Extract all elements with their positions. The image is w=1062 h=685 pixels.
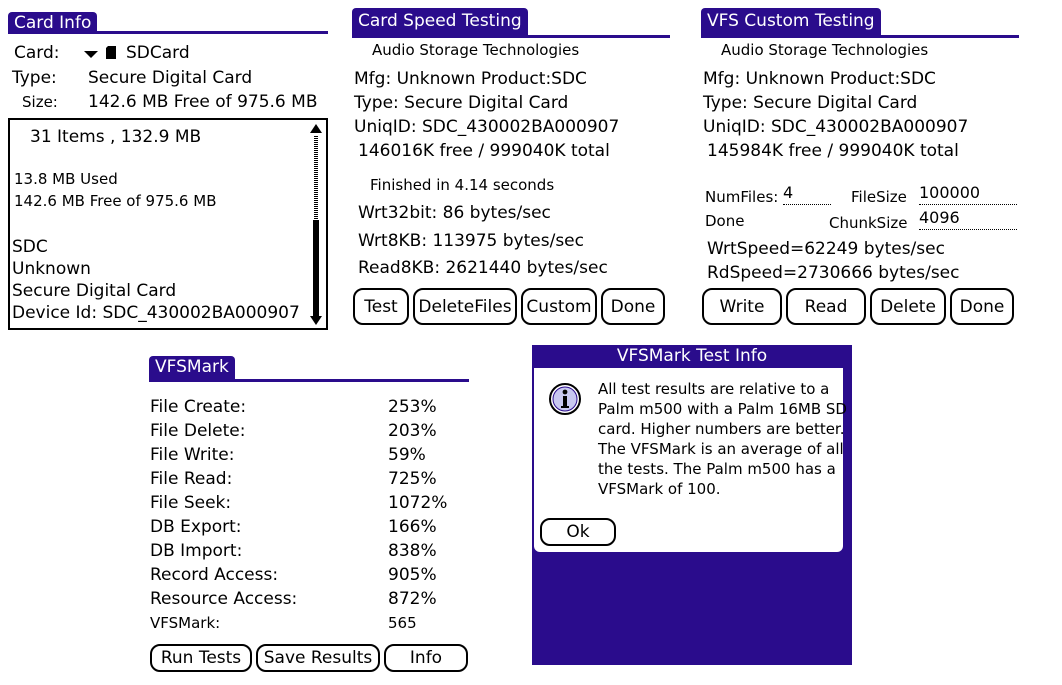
result-value: 905% bbox=[388, 565, 437, 585]
type-label: Type: bbox=[12, 68, 57, 88]
result-label: File Write: bbox=[150, 445, 235, 465]
size-value: 142.6 MB Free of 975.6 MB bbox=[88, 92, 318, 112]
scrollbar[interactable] bbox=[310, 124, 322, 326]
delete-files-button[interactable]: DeleteFiles bbox=[413, 288, 517, 325]
card-info-panel: Card Info Card: SDCard Type: Secure Digi… bbox=[8, 12, 328, 332]
dialog-message-line: Palm m500 with a Palm 16MB SD bbox=[598, 400, 847, 418]
numfiles-label: NumFiles: bbox=[705, 188, 779, 206]
dialog-message-line: The VFSMark is an average of all bbox=[598, 440, 844, 458]
card-selector[interactable]: SDCard bbox=[84, 42, 224, 64]
vfs-custom-title: VFS Custom Testing bbox=[701, 8, 881, 35]
chunksize-label: ChunkSize bbox=[829, 214, 908, 232]
done-button[interactable]: Done bbox=[950, 288, 1014, 325]
result-label: VFSMark: bbox=[150, 614, 221, 632]
done-button[interactable]: Done bbox=[601, 288, 665, 325]
result-value: 166% bbox=[388, 517, 437, 537]
free-space: 142.6 MB Free of 975.6 MB bbox=[14, 192, 217, 210]
result-label: DB Import: bbox=[150, 541, 243, 561]
result-label: File Seek: bbox=[150, 493, 232, 513]
vfs-custom-panel: VFS Custom Testing Audio Storage Technol… bbox=[701, 8, 1019, 328]
result-label: File Read: bbox=[150, 469, 233, 489]
vfsmark-title: VFSMark bbox=[149, 356, 235, 379]
device-id: Device Id: SDC_430002BA000907 bbox=[12, 303, 300, 323]
result-value: 872% bbox=[388, 589, 437, 609]
filesize-field[interactable]: 100000 bbox=[919, 184, 1017, 205]
card-label: Card: bbox=[14, 43, 60, 63]
mfg-product: Mfg: Unknown Product:SDC bbox=[703, 69, 936, 89]
read8kb-result: Read8KB: 2621440 bytes/sec bbox=[358, 258, 608, 278]
scroll-up-icon[interactable] bbox=[310, 124, 322, 134]
card-speed-titlebar: Card Speed Testing bbox=[352, 8, 670, 38]
card-type-line: Type: Secure Digital Card bbox=[703, 93, 918, 113]
card-speed-title: Card Speed Testing bbox=[352, 8, 528, 35]
result-value: 253% bbox=[388, 397, 437, 417]
result-label: DB Export: bbox=[150, 517, 242, 537]
result-label: File Create: bbox=[150, 397, 247, 417]
write-speed: WrtSpeed=62249 bytes/sec bbox=[707, 239, 945, 259]
type-value: Secure Digital Card bbox=[88, 68, 253, 88]
card-info-titlebar: Card Info bbox=[8, 12, 328, 34]
filesize-label: FileSize bbox=[851, 188, 907, 206]
scroll-down-icon[interactable] bbox=[310, 316, 322, 326]
result-value: 565 bbox=[388, 614, 417, 632]
scroll-track[interactable] bbox=[314, 136, 318, 220]
finished-time: Finished in 4.14 seconds bbox=[370, 176, 555, 194]
items-summary: 31 Items , 132.9 MB bbox=[30, 127, 202, 147]
card-value: SDCard bbox=[126, 43, 190, 63]
capacity: 145984K free / 999040K total bbox=[707, 141, 959, 161]
result-value: 725% bbox=[388, 469, 437, 489]
size-label: Size: bbox=[22, 93, 58, 111]
result-label: File Delete: bbox=[150, 421, 246, 441]
result-value: 838% bbox=[388, 541, 437, 561]
write-button[interactable]: Write bbox=[702, 288, 782, 325]
card-type-line: Type: Secure Digital Card bbox=[354, 93, 569, 113]
dialog-message-line: All test results are relative to a bbox=[598, 380, 830, 398]
custom-button[interactable]: Custom bbox=[521, 288, 597, 325]
dialog-body: All test results are relative to a Palm m… bbox=[534, 368, 847, 552]
chunksize-field[interactable]: 4096 bbox=[919, 209, 1017, 230]
manufacturer: Unknown bbox=[12, 259, 91, 279]
save-results-button[interactable]: Save Results bbox=[256, 644, 380, 672]
dropdown-arrow-icon bbox=[84, 51, 98, 58]
dialog-message-line: VFSMark of 100. bbox=[598, 480, 721, 498]
vendor-name: Audio Storage Technologies bbox=[721, 41, 929, 59]
test-button[interactable]: Test bbox=[353, 288, 409, 325]
info-dialog: VFSMark Test Info All test results are r… bbox=[532, 345, 852, 665]
uniq-id: UniqID: SDC_430002BA000907 bbox=[354, 117, 620, 137]
dialog-message-line: the tests. The Palm m500 has a bbox=[598, 460, 836, 478]
sd-card-icon bbox=[106, 46, 116, 59]
wrt32-result: Wrt32bit: 86 bytes/sec bbox=[358, 203, 551, 223]
result-value: 203% bbox=[388, 421, 437, 441]
wrt8kb-result: Wrt8KB: 113975 bytes/sec bbox=[358, 231, 584, 251]
vfs-custom-titlebar: VFS Custom Testing bbox=[701, 8, 1019, 38]
product-name: SDC bbox=[12, 237, 48, 257]
info-icon bbox=[549, 383, 581, 415]
read-button[interactable]: Read bbox=[786, 288, 866, 325]
scroll-thumb[interactable] bbox=[313, 220, 319, 316]
vfsmark-titlebar: VFSMark bbox=[149, 356, 469, 382]
dialog-message-line: card. Higher numbers are better. bbox=[598, 420, 845, 438]
result-label: Record Access: bbox=[150, 565, 279, 585]
uniq-id: UniqID: SDC_430002BA000907 bbox=[703, 117, 969, 137]
read-speed: RdSpeed=2730666 bytes/sec bbox=[707, 263, 960, 283]
run-tests-button[interactable]: Run Tests bbox=[150, 644, 252, 672]
ok-button[interactable]: Ok bbox=[540, 518, 616, 546]
delete-button[interactable]: Delete bbox=[870, 288, 946, 325]
vfsmark-panel: VFSMark File Create: 253% File Delete: 203%… bbox=[149, 356, 469, 676]
used-space: 13.8 MB Used bbox=[14, 170, 118, 188]
mfg-product: Mfg: Unknown Product:SDC bbox=[354, 69, 587, 89]
vendor-name: Audio Storage Technologies bbox=[372, 41, 580, 59]
numfiles-field[interactable]: 4 bbox=[783, 184, 831, 205]
status-text: Done bbox=[705, 212, 745, 230]
card-contents-list[interactable]: 31 Items , 132.9 MB 13.8 MB Used 142.6 M… bbox=[8, 118, 328, 330]
card-speed-panel: Card Speed Testing Audio Storage Technol… bbox=[352, 8, 670, 328]
dialog-title: VFSMark Test Info bbox=[616, 346, 768, 366]
result-value: 59% bbox=[388, 445, 426, 465]
result-label: Resource Access: bbox=[150, 589, 298, 609]
result-value: 1072% bbox=[388, 493, 448, 513]
capacity: 146016K free / 999040K total bbox=[358, 141, 610, 161]
card-type: Secure Digital Card bbox=[12, 281, 177, 301]
info-button[interactable]: Info bbox=[384, 644, 468, 672]
